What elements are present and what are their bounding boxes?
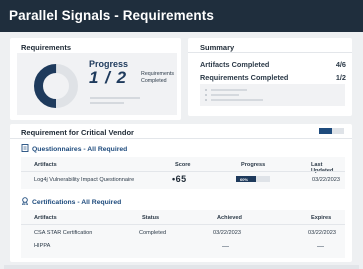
- summary-row-value: 4/6: [335, 60, 346, 69]
- progress-percent: 60%: [240, 176, 249, 182]
- score-value: •65: [172, 174, 187, 184]
- summary-row-label: Requirements Completed: [200, 73, 289, 82]
- artifact-name[interactable]: CSA STAR Certification: [34, 230, 92, 236]
- placeholder-dot: [205, 99, 207, 101]
- vendor-title: Requirement for Critical Vendor: [21, 128, 134, 137]
- certifications-heading[interactable]: Certifications - All Required: [21, 197, 121, 206]
- placeholder-line: [211, 89, 247, 91]
- placeholder-line: [90, 97, 140, 99]
- column-header: Expires: [311, 215, 332, 221]
- column-header: Progress: [241, 162, 266, 168]
- summary-row-requirements: Requirements Completed 1/2: [200, 73, 346, 82]
- progress-caption-line1: Requirements: [141, 71, 174, 77]
- summary-details-panel: [200, 84, 345, 106]
- requirements-title: Requirements: [21, 43, 72, 52]
- progress-donut-chart: [34, 64, 78, 108]
- empty-value-dash: [317, 246, 324, 247]
- table-divider: [21, 224, 345, 225]
- status-text: Completed: [139, 230, 167, 236]
- certifications-heading-label: Certifications - All Required: [32, 199, 122, 206]
- summary-title: Summary: [200, 43, 235, 52]
- summary-row-value: 1/2: [335, 73, 346, 82]
- summary-row-artifacts: Artifacts Completed 4/6: [200, 60, 346, 69]
- questionnaires-table: Artifacts Score Progress Last Updated Lo…: [21, 157, 345, 189]
- column-header: Artifacts: [34, 215, 57, 221]
- questionnaires-heading[interactable]: Questionnaires - All Required: [21, 144, 127, 153]
- questionnaires-heading-label: Questionnaires - All Required: [32, 146, 128, 153]
- summary-card: Summary Artifacts Completed 4/6 Requirem…: [188, 38, 352, 116]
- column-header: Last Updated: [311, 162, 333, 174]
- expires-date: 03/22/2023: [308, 230, 336, 236]
- column-header: Status: [142, 215, 160, 221]
- requirements-card: Requirements Progress 1 / 2 Requirements…: [10, 38, 181, 120]
- last-updated: 03/22/2023: [312, 177, 340, 183]
- certifications-table: Artifacts Status Achieved Expires CSA ST…: [21, 210, 345, 258]
- placeholder-dot: [205, 89, 207, 91]
- placeholder-line: [211, 99, 263, 101]
- page-bottom-edge: [4, 265, 359, 269]
- empty-value-dash: [222, 246, 229, 247]
- table-divider: [21, 171, 345, 172]
- progress-caption: Requirements Completed: [141, 71, 174, 84]
- certificate-icon: [21, 197, 29, 205]
- progress-bar: 60%: [236, 176, 270, 182]
- document-icon: [21, 144, 29, 152]
- view-toggle[interactable]: [319, 128, 344, 134]
- placeholder-dot: [205, 94, 207, 96]
- progress-fraction: 1 / 2: [89, 68, 128, 87]
- column-header: Score: [175, 162, 191, 168]
- placeholder-line: [211, 94, 239, 96]
- artifact-name[interactable]: Log4j Vulnerability Impact Questionnaire: [34, 177, 134, 183]
- column-header: Achieved: [217, 215, 242, 221]
- column-header: Artifacts: [34, 162, 57, 168]
- artifact-name[interactable]: HIPPA: [34, 243, 50, 249]
- summary-divider: [188, 52, 352, 53]
- summary-row-label: Artifacts Completed: [200, 60, 270, 69]
- vendor-requirements-card: Requirement for Critical Vendor Question…: [10, 124, 352, 262]
- achieved-date: 03/22/2023: [213, 230, 241, 236]
- page-title: Parallel Signals - Requirements: [9, 8, 214, 23]
- placeholder-line: [90, 102, 124, 104]
- page-header: Parallel Signals - Requirements: [0, 0, 363, 32]
- progress-caption-line2: Completed: [141, 77, 167, 84]
- view-toggle-active[interactable]: [319, 128, 332, 134]
- vendor-divider: [10, 138, 352, 139]
